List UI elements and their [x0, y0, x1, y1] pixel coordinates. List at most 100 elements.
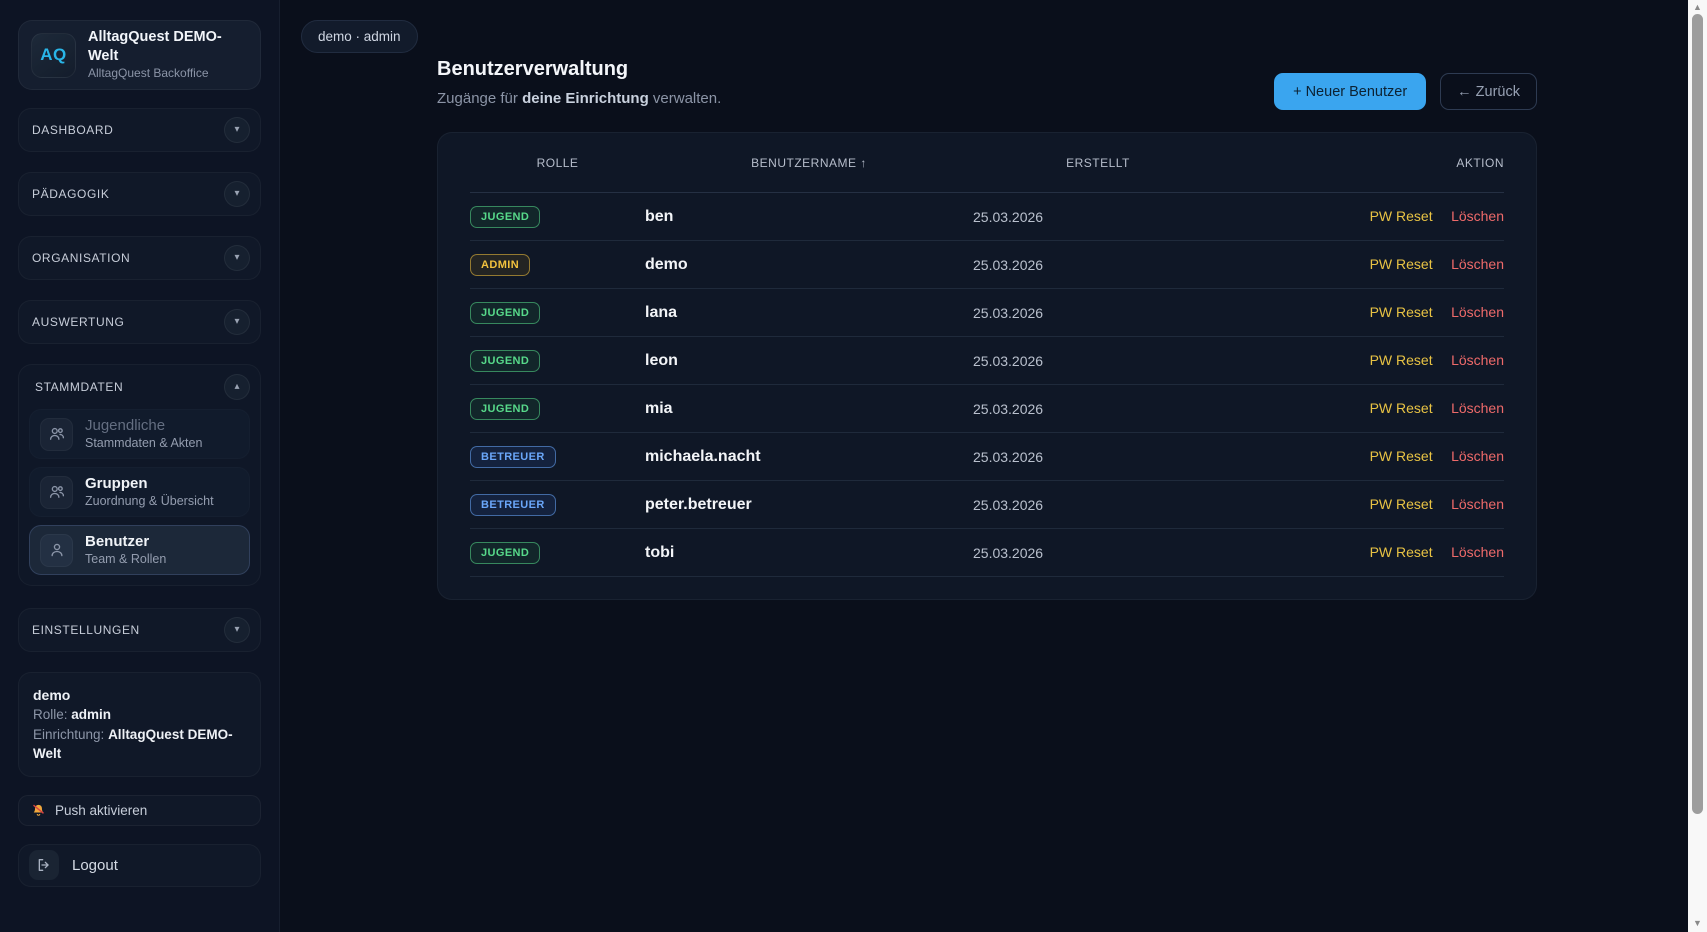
pw-reset-link[interactable]: PW Reset	[1370, 400, 1433, 416]
chevron-down-icon[interactable]: ▾	[224, 309, 250, 335]
sidebar-item-label: DASHBOARD	[32, 123, 113, 137]
delete-link[interactable]: Löschen	[1451, 352, 1504, 368]
current-user-einrichtung: Einrichtung: AlltagQuest DEMO-Welt	[33, 725, 246, 764]
username-cell: leon	[645, 352, 973, 370]
sidebar-subitem-benutzer[interactable]: Benutzer Team & Rollen	[29, 525, 250, 575]
page-title: Benutzerverwaltung	[437, 58, 721, 81]
delete-link[interactable]: Löschen	[1451, 496, 1504, 512]
delete-link[interactable]: Löschen	[1451, 400, 1504, 416]
user-icon	[40, 534, 73, 567]
table-row: BETREUER michaela.nacht 25.03.2026 PW Re…	[470, 433, 1504, 481]
sidebar-group-stammdaten: STAMMDATEN ▴ Jugendliche Stammdaten & Ak…	[18, 364, 261, 586]
scrollbar[interactable]: ▲ ▼	[1688, 0, 1707, 932]
table-row: JUGEND mia 25.03.2026 PW Reset Löschen	[470, 385, 1504, 433]
subitem-title: Jugendliche	[85, 417, 202, 436]
current-username: demo	[33, 685, 246, 705]
bell-slash-icon	[31, 803, 46, 818]
created-cell: 25.03.2026	[973, 353, 1223, 369]
pw-reset-link[interactable]: PW Reset	[1370, 352, 1433, 368]
scrollbar-thumb[interactable]	[1692, 14, 1703, 814]
column-header-rolle: ROLLE	[470, 156, 645, 170]
scrollbar-down-arrow-icon[interactable]: ▼	[1688, 918, 1707, 928]
app-logo-card: AQ AlltagQuest DEMO-Welt AlltagQuest Bac…	[18, 20, 261, 90]
app-logo-icon: AQ	[31, 33, 76, 78]
sidebar-item-einstellungen[interactable]: EINSTELLUNGEN ▾	[18, 608, 261, 652]
users-icon	[40, 418, 73, 451]
pw-reset-link[interactable]: PW Reset	[1370, 208, 1433, 224]
subitem-subtitle: Stammdaten & Akten	[85, 436, 202, 452]
pw-reset-link[interactable]: PW Reset	[1370, 256, 1433, 272]
logout-button[interactable]: Logout	[18, 844, 261, 887]
username-cell: demo	[645, 256, 973, 274]
role-badge: JUGEND	[470, 350, 540, 372]
sidebar-item-organisation[interactable]: ORGANISATION ▾	[18, 236, 261, 280]
role-badge: BETREUER	[470, 494, 556, 516]
pw-reset-link[interactable]: PW Reset	[1370, 544, 1433, 560]
table-row: JUGEND tobi 25.03.2026 PW Reset Löschen	[470, 529, 1504, 577]
pw-reset-link[interactable]: PW Reset	[1370, 304, 1433, 320]
username-cell: peter.betreuer	[645, 496, 973, 514]
sidebar-item-label: STAMMDATEN	[35, 380, 123, 394]
chevron-down-icon[interactable]: ▾	[224, 245, 250, 271]
delete-link[interactable]: Löschen	[1451, 208, 1504, 224]
sidebar-subitem-jugendliche[interactable]: Jugendliche Stammdaten & Akten	[29, 409, 250, 459]
table-row: JUGEND leon 25.03.2026 PW Reset Löschen	[470, 337, 1504, 385]
push-activate-button[interactable]: Push aktivieren	[18, 795, 261, 826]
table-body: JUGEND ben 25.03.2026 PW Reset Löschen A…	[438, 193, 1536, 577]
chevron-down-icon[interactable]: ▾	[224, 117, 250, 143]
new-user-button[interactable]: + Neuer Benutzer	[1274, 73, 1426, 110]
table-row: BETREUER peter.betreuer 25.03.2026 PW Re…	[470, 481, 1504, 529]
user-table: ROLLE BENUTZERNAME ↑ ERSTELLT AKTION JUG…	[437, 132, 1537, 600]
created-cell: 25.03.2026	[973, 401, 1223, 417]
subitem-title: Gruppen	[85, 475, 214, 494]
session-badge: demo · admin	[301, 20, 418, 53]
delete-link[interactable]: Löschen	[1451, 448, 1504, 464]
created-cell: 25.03.2026	[973, 497, 1223, 513]
username-cell: ben	[645, 208, 973, 226]
scrollbar-up-arrow-icon[interactable]: ▲	[1688, 2, 1707, 12]
created-cell: 25.03.2026	[973, 257, 1223, 273]
chevron-down-icon[interactable]: ▾	[224, 617, 250, 643]
created-cell: 25.03.2026	[973, 305, 1223, 321]
sidebar-item-paedagogik[interactable]: PÄDAGOGIK ▾	[18, 172, 261, 216]
delete-link[interactable]: Löschen	[1451, 544, 1504, 560]
role-badge: JUGEND	[470, 398, 540, 420]
created-cell: 25.03.2026	[973, 545, 1223, 561]
table-row: JUGEND lana 25.03.2026 PW Reset Löschen	[470, 289, 1504, 337]
sidebar-subitem-gruppen[interactable]: Gruppen Zuordnung & Übersicht	[29, 467, 250, 517]
delete-link[interactable]: Löschen	[1451, 256, 1504, 272]
sidebar-item-stammdaten[interactable]: STAMMDATEN ▴	[29, 365, 250, 409]
username-cell: michaela.nacht	[645, 448, 973, 466]
subitem-title: Benutzer	[85, 533, 166, 552]
chevron-up-icon[interactable]: ▴	[224, 374, 250, 400]
role-badge: JUGEND	[470, 542, 540, 564]
back-button[interactable]: ← Zurück	[1440, 73, 1537, 110]
table-header-row: ROLLE BENUTZERNAME ↑ ERSTELLT AKTION	[470, 133, 1504, 193]
page-subtitle: Zugänge für deine Einrichtung verwalten.	[437, 90, 721, 107]
current-user-role: Rolle: admin	[33, 705, 246, 725]
app-title: AlltagQuest DEMO-Welt	[88, 28, 248, 66]
push-activate-label: Push aktivieren	[55, 803, 147, 818]
column-header-aktion: AKTION	[1223, 156, 1504, 170]
table-row: JUGEND ben 25.03.2026 PW Reset Löschen	[470, 193, 1504, 241]
role-badge: JUGEND	[470, 206, 540, 228]
sidebar: AQ AlltagQuest DEMO-Welt AlltagQuest Bac…	[0, 0, 280, 932]
pw-reset-link[interactable]: PW Reset	[1370, 448, 1433, 464]
subitem-subtitle: Zuordnung & Übersicht	[85, 494, 214, 510]
delete-link[interactable]: Löschen	[1451, 304, 1504, 320]
username-cell: mia	[645, 400, 973, 418]
sidebar-item-label: EINSTELLUNGEN	[32, 623, 140, 637]
sidebar-item-auswertung[interactable]: AUSWERTUNG ▾	[18, 300, 261, 344]
column-header-benutzername[interactable]: BENUTZERNAME ↑	[645, 156, 973, 170]
users-icon	[40, 476, 73, 509]
sidebar-item-dashboard[interactable]: DASHBOARD ▾	[18, 108, 261, 152]
role-badge: BETREUER	[470, 446, 556, 468]
logout-icon	[29, 850, 59, 880]
column-header-erstellt: ERSTELLT	[973, 156, 1223, 170]
current-user-card: demo Rolle: admin Einrichtung: AlltagQue…	[18, 672, 261, 777]
role-badge: JUGEND	[470, 302, 540, 324]
chevron-down-icon[interactable]: ▾	[224, 181, 250, 207]
pw-reset-link[interactable]: PW Reset	[1370, 496, 1433, 512]
subitem-subtitle: Team & Rollen	[85, 552, 166, 568]
created-cell: 25.03.2026	[973, 449, 1223, 465]
